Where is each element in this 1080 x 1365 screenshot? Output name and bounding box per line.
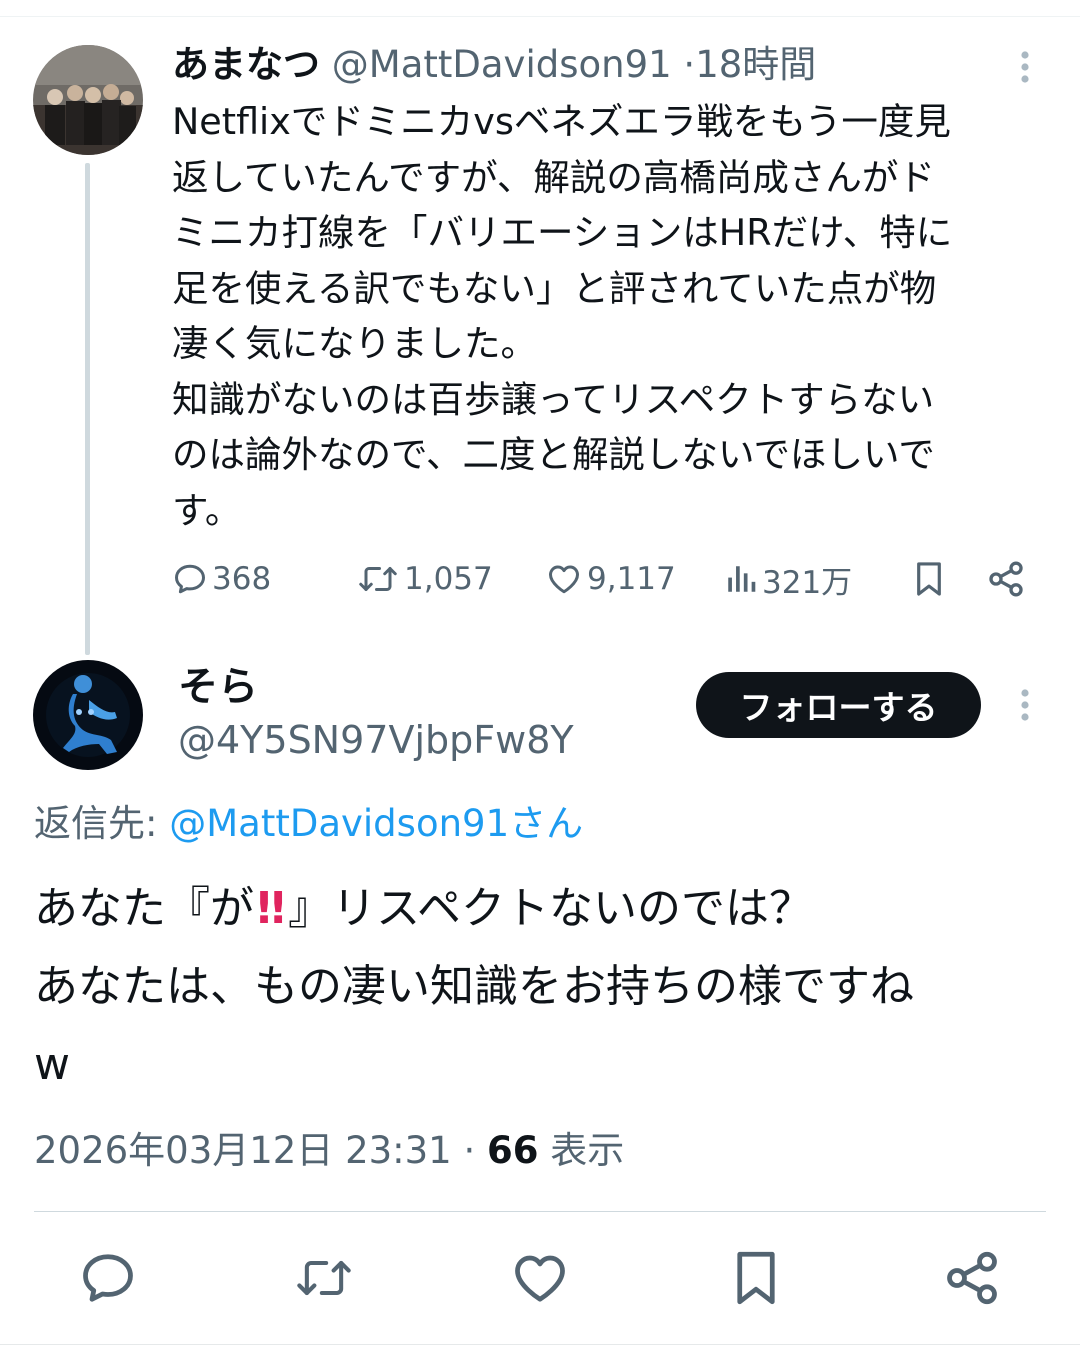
parent-share-button[interactable] — [986, 556, 1026, 602]
share-nodes-icon — [989, 561, 1023, 597]
tweet-timestamp[interactable]: 2026年03月12日 23:31 — [34, 1129, 452, 1172]
reply-button[interactable] — [78, 1248, 138, 1308]
speech-bubble-icon — [83, 1254, 133, 1302]
reply-to-line: 返信先: @MattDavidson91さん — [34, 798, 583, 850]
parent-reply-count: 368 — [212, 561, 272, 597]
parent-tweet-header: あまなつ @MattDavidson91 ·18時間 — [172, 40, 816, 90]
bookmark-icon — [737, 1251, 775, 1305]
reply-text-line-2: あなたは、もの凄い知識をお持ちの様ですね — [34, 961, 914, 1012]
share-button[interactable] — [942, 1248, 1002, 1308]
view-label: 表示 — [550, 1129, 625, 1172]
parent-text-line: 足を使える訳でもない」と評されていた点が物 — [172, 266, 937, 310]
follow-button[interactable]: フォローする — [696, 672, 981, 738]
parent-reply-button[interactable]: 368 — [172, 556, 271, 602]
like-button[interactable] — [510, 1248, 570, 1308]
view-count: 66 — [487, 1129, 539, 1172]
speech-bubble-icon — [175, 564, 205, 594]
parent-views-button[interactable]: 321万 — [724, 556, 852, 602]
parent-like-button[interactable]: 9,117 — [545, 556, 676, 602]
top-divider — [0, 16, 1080, 17]
parent-text-line: 凄く気になりました。 — [172, 322, 537, 365]
parent-view-count: 321万 — [762, 564, 853, 601]
reply-to-prefix: 返信先: — [34, 802, 158, 845]
parent-handle[interactable]: @MattDavidson91 — [332, 43, 672, 86]
reply-avatar[interactable] — [33, 660, 143, 770]
parent-text-line: 知識がないのは百歩譲ってリスペクトすらない — [172, 377, 935, 421]
reply-text-line-1: あなた『が!! 』リスペクトないのでは？ — [34, 870, 1044, 948]
parent-avatar[interactable] — [33, 45, 143, 155]
reply-text-segment: 』リスペクトないのでは？ — [288, 883, 814, 934]
parent-text-line: す。 — [172, 488, 242, 532]
meta-separator: · — [463, 1129, 476, 1172]
bookmark-icon — [917, 562, 941, 596]
bookmark-button[interactable] — [726, 1248, 786, 1308]
heart-icon — [515, 1255, 565, 1302]
tweet-meta: 2026年03月12日 23:31 · 66 表示 — [34, 1124, 624, 1178]
parent-tweet-text: Netflixでドミニカvsベネズエラ戦をもう一度見 返していたんですが、解説の… — [172, 94, 1052, 538]
parent-retweet-button[interactable]: 1,057 — [356, 556, 493, 602]
bottom-divider — [0, 1344, 1080, 1345]
reply-tweet-text: あなた『が!! 』リスペクトないのでは？ あなたは、もの凄い知識をお持ちの様ですね… — [34, 870, 1044, 1104]
reply-text-line-3: w — [34, 1039, 70, 1090]
action-bar-divider — [34, 1211, 1046, 1212]
header-separator: · — [683, 43, 696, 86]
retweet-arrows-icon — [297, 1260, 351, 1296]
parent-more-icon[interactable] — [1008, 50, 1042, 84]
parent-time-ago[interactable]: 18時間 — [695, 43, 816, 86]
double-exclamation-emoji: !! — [254, 883, 288, 934]
retweet-button[interactable] — [294, 1248, 354, 1308]
parent-text-line: Netflixでドミニカvsベネズエラ戦をもう一度見 — [172, 100, 951, 143]
bar-chart-icon — [728, 566, 756, 592]
heart-icon — [549, 565, 579, 594]
reply-display-name[interactable]: そら — [178, 660, 258, 714]
reply-handle[interactable]: @4Y5SN97VjbpFw8Y — [178, 714, 574, 766]
parent-like-count: 9,117 — [587, 561, 676, 597]
parent-bookmark-button[interactable] — [910, 556, 948, 602]
parent-text-line: のは論外なので、二度と解説しないでほしいで — [172, 433, 935, 476]
reply-to-link[interactable]: @MattDavidson91さん — [169, 802, 583, 845]
parent-display-name[interactable]: あまなつ — [172, 43, 320, 86]
parent-text-line: 返していたんですが、解説の高橋尚成さんがド — [172, 155, 935, 199]
retweet-arrows-icon — [359, 567, 397, 591]
parent-retweet-count: 1,057 — [404, 561, 493, 597]
parent-text-line: ミニカ打線を「バリエーションはHRだけ、特に — [172, 211, 953, 254]
reply-more-icon[interactable] — [1008, 688, 1042, 722]
thread-connector-line — [85, 163, 90, 655]
share-nodes-icon — [947, 1251, 997, 1305]
reply-text-segment: あなた『が — [34, 883, 254, 934]
